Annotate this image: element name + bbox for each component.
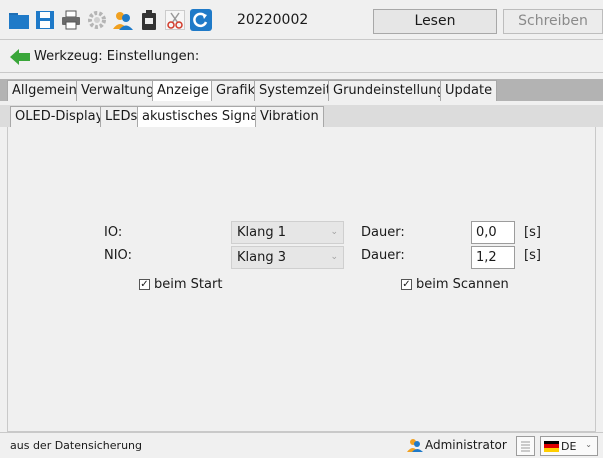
users-icon[interactable] [112, 9, 134, 31]
breadcrumb-text: Werkzeug: Einstellungen: [34, 49, 200, 64]
save-icon[interactable] [34, 9, 56, 31]
chevron-down-icon: ⌄ [585, 440, 592, 449]
io-sound-select[interactable]: Klang 1 ⌄ [231, 221, 344, 244]
app-window: 20220002 Lesen Schreiben Werkzeug: Einst… [0, 0, 603, 458]
chevron-down-icon: ⌄ [330, 252, 338, 262]
subtab-vibration[interactable]: Vibration [255, 106, 324, 127]
settings-gear-icon[interactable] [86, 9, 108, 31]
tab-grafik[interactable]: Grafik [211, 80, 261, 101]
nio-sound-select[interactable]: Klang 3 ⌄ [231, 246, 344, 269]
start-checkbox[interactable]: ✓ beim Start [139, 277, 222, 292]
nio-sound-value: Klang 3 [237, 250, 286, 265]
subtab-leds[interactable]: LEDs [100, 106, 143, 127]
record-number: 20220002 [237, 12, 309, 28]
tab-systemzeit[interactable]: Systemzeit [254, 80, 337, 101]
scan-checkbox-label: beim Scannen [416, 277, 509, 292]
io-duration-label: Dauer: [361, 225, 405, 240]
write-button[interactable]: Schreiben [503, 9, 603, 34]
refresh-icon[interactable] [190, 9, 212, 31]
settings-panel: IO: NIO: Klang 1 ⌄ Klang 3 ⌄ Dauer: Daue… [7, 127, 596, 432]
subtab-oled-display[interactable]: OLED-Display [10, 106, 109, 127]
scissors-icon[interactable] [164, 9, 186, 31]
io-duration-input[interactable]: 0,0 [471, 221, 515, 244]
tab-anzeige[interactable]: Anzeige [152, 80, 214, 101]
status-bar: aus der Datensicherung Administrator DE … [0, 432, 603, 458]
checkmark-icon: ✓ [139, 279, 150, 290]
sub-tab-strip: OLED-Display LEDs akustisches Signal Vib… [0, 105, 603, 127]
status-message: aus der Datensicherung [10, 439, 142, 452]
back-arrow-icon[interactable] [9, 48, 31, 66]
checkmark-icon: ✓ [401, 279, 412, 290]
tab-update[interactable]: Update [440, 80, 498, 101]
user-icon [407, 439, 423, 452]
io-sound-value: Klang 1 [237, 225, 286, 240]
german-flag-icon [544, 440, 559, 452]
tab-allgemein[interactable]: Allgemein [7, 80, 82, 101]
subtab-akustisches-signal[interactable]: akustisches Signal [137, 106, 267, 127]
current-user: Administrator [407, 438, 507, 452]
tab-grundeinstellung[interactable]: Grundeinstellung [328, 80, 450, 101]
start-checkbox-label: beim Start [154, 277, 223, 292]
breadcrumb: Werkzeug: Einstellungen: [0, 41, 603, 73]
toolbar: 20220002 Lesen Schreiben [0, 0, 603, 40]
main-tab-strip: Allgemein Verwaltung Anzeige Grafik Syst… [0, 79, 603, 101]
nio-duration-unit: [s] [524, 248, 541, 263]
nio-duration-input[interactable]: 1,2 [471, 246, 515, 269]
io-duration-unit: [s] [524, 225, 541, 240]
read-button[interactable]: Lesen [373, 9, 497, 34]
tab-verwaltung[interactable]: Verwaltung [76, 80, 160, 101]
nio-label: NIO: [104, 248, 132, 263]
chevron-down-icon: ⌄ [330, 227, 338, 237]
folder-icon[interactable] [8, 9, 30, 31]
language-code: DE [561, 439, 577, 453]
document-icon[interactable] [516, 436, 535, 456]
io-label: IO: [104, 225, 123, 240]
scan-checkbox[interactable]: ✓ beim Scannen [401, 277, 509, 292]
nio-duration-label: Dauer: [361, 248, 405, 263]
print-icon[interactable] [60, 9, 82, 31]
user-name: Administrator [425, 438, 507, 452]
language-select[interactable]: DE ⌄ [540, 436, 598, 456]
battery-icon[interactable] [138, 9, 160, 31]
